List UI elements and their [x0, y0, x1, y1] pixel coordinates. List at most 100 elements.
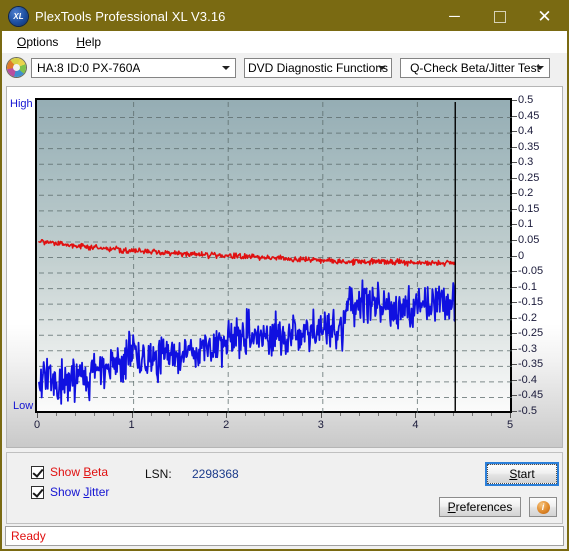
menu-item-options[interactable]: Options: [8, 33, 67, 51]
y-axis-tick-label: -0.15: [518, 296, 544, 309]
control-panel: Show Beta Show Jitter LSN: 2298368 Start…: [6, 452, 563, 524]
selector-toolbar: HA:8 ID:0 PX-760A DVD Diagnostic Functio…: [2, 53, 567, 82]
y-axis-tick-label: 0.05: [518, 233, 540, 246]
x-axis-tick-mark: [320, 413, 322, 418]
y-axis-tick-mark: [512, 348, 517, 350]
preferences-button-label: Preferences: [447, 500, 513, 514]
menu-item-help-rest: elp: [85, 35, 102, 49]
x-axis-minor-tick: [55, 413, 57, 416]
x-axis-minor-tick: [264, 413, 266, 416]
maximize-icon[interactable]: [477, 2, 522, 31]
y-axis-tick-label: -0.4: [518, 373, 537, 386]
show-jitter-checkbox-row[interactable]: Show Jitter: [31, 485, 109, 499]
y-axis-tick-mark: [512, 317, 517, 319]
x-axis-minor-tick: [282, 413, 284, 416]
y-axis-tick-label: -0.25: [518, 327, 544, 340]
y-axis-tick-mark: [512, 271, 517, 273]
lsn-label: LSN:: [145, 467, 172, 481]
y-axis-tick-mark: [512, 100, 517, 101]
menu-bar: Options Help: [2, 31, 567, 53]
y-axis-tick-label: 0.2: [518, 187, 534, 200]
y-axis-tick-label: 0.45: [518, 109, 540, 122]
x-axis-minor-tick: [93, 413, 95, 416]
y-axis-tick-mark: [512, 379, 517, 381]
y-axis-tick-mark: [512, 193, 517, 195]
x-axis-minor-tick: [434, 413, 436, 416]
y-axis-tick-label: -0.3: [518, 342, 537, 355]
y-axis-tick-label: 0.4: [518, 125, 534, 138]
x-axis-minor-tick: [112, 413, 114, 416]
x-axis-minor-tick: [301, 413, 303, 416]
window-title: PlexTools Professional XL V3.16: [35, 9, 226, 24]
x-axis-tick-mark: [131, 413, 133, 418]
y-axis-tick-mark: [512, 239, 517, 241]
y-axis-tick-mark: [512, 162, 517, 164]
y-axis-tick-mark: [512, 411, 517, 412]
info-button[interactable]: i: [529, 497, 557, 517]
drive-select[interactable]: HA:8 ID:0 PX-760A: [31, 57, 236, 78]
chart-panel: High Low 0.5 0.45 0.4 0.35 0.3 0.25 0.2 0.15 0.1…: [6, 86, 563, 448]
plot-area: [35, 98, 512, 413]
show-beta-checkbox[interactable]: [31, 465, 44, 479]
x-axis-tick-mark: [37, 413, 38, 418]
x-axis-tick-mark: [226, 413, 228, 418]
chevron-down-icon: [536, 65, 544, 70]
x-axis-minor-tick: [245, 413, 247, 416]
function-select-value: DVD Diagnostic Functions: [247, 60, 389, 75]
preferences-button[interactable]: Preferences: [439, 497, 521, 517]
start-button-label: Start: [509, 467, 535, 481]
y-axis-tick-label: 0.15: [518, 202, 540, 215]
y-axis-tick-label: -0.5: [518, 405, 537, 417]
y-axis-tick-mark: [512, 208, 517, 210]
y-axis-tick-label: -0.2: [518, 311, 537, 324]
function-select[interactable]: DVD Diagnostic Functions: [244, 57, 392, 78]
test-select-value: Q-Check Beta/Jitter Test: [410, 60, 540, 75]
y-axis-tick-label: -0.05: [518, 265, 544, 278]
close-icon[interactable]: ✕: [522, 2, 567, 31]
x-axis-minor-tick: [150, 413, 152, 416]
y-axis-tick-label: 0.25: [518, 171, 540, 184]
show-jitter-checkbox[interactable]: [31, 485, 44, 499]
y-axis-tick-mark: [512, 131, 517, 133]
y-axis-tick-mark: [512, 395, 517, 397]
plot-canvas: [35, 98, 512, 413]
x-axis-minor-tick: [358, 413, 360, 416]
y-axis-tick-mark: [512, 177, 517, 179]
drive-select-value: HA:8 ID:0 PX-760A: [37, 60, 141, 75]
minimize-icon[interactable]: ─: [432, 2, 477, 31]
x-axis-minor-tick: [169, 413, 171, 416]
y-axis-tick-mark: [512, 146, 517, 148]
x-axis-tick-label: 4: [412, 419, 419, 431]
x-axis-minor-tick: [396, 413, 398, 416]
x-axis-tick-mark: [415, 413, 417, 418]
start-button[interactable]: Start: [485, 462, 559, 486]
show-beta-checkbox-row[interactable]: Show Beta: [31, 465, 108, 479]
menu-item-options-rest: ptions: [26, 35, 59, 49]
y-axis-tick-label: 0: [518, 249, 525, 262]
y-axis-tick-mark: [512, 255, 517, 257]
y-axis-tick-mark: [512, 364, 517, 366]
axis-label-high: High: [10, 98, 33, 110]
y-axis-tick-mark: [512, 333, 517, 335]
status-bar: Ready: [5, 526, 564, 546]
app-window: XL PlexTools Professional XL V3.16 ─ ✕ O…: [0, 0, 569, 551]
menu-item-help[interactable]: Help: [67, 33, 110, 51]
chart-svg: [38, 102, 512, 413]
y-axis-tick-label: 0.35: [518, 140, 540, 153]
x-axis-tick-label: 5: [506, 419, 514, 431]
x-axis-tick-label: 1: [128, 419, 135, 431]
x-axis-minor-tick: [472, 413, 474, 416]
y-axis-tick-mark: [512, 115, 517, 117]
x-axis-tick-mark: [510, 413, 511, 418]
test-select[interactable]: Q-Check Beta/Jitter Test: [400, 57, 550, 78]
y-axis-tick-mark: [512, 302, 517, 304]
y-axis-tick-mark: [512, 286, 517, 288]
x-axis-tick-label: 2: [223, 419, 230, 431]
y-axis-tick-label: -0.35: [518, 358, 544, 371]
lsn-value: 2298368: [192, 467, 239, 481]
disc-icon: [7, 58, 26, 77]
y-axis-tick-label: -0.1: [518, 280, 537, 293]
y-axis-tick-mark: [512, 224, 517, 226]
x-axis-minor-tick: [74, 413, 76, 416]
x-axis-minor-tick: [188, 413, 190, 416]
